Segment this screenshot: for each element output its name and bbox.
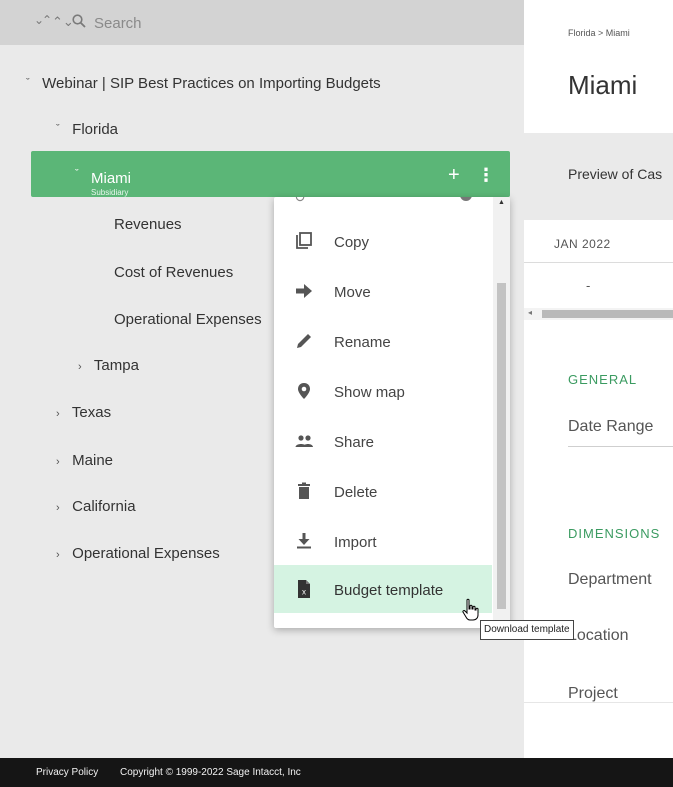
- tree-item-maine[interactable]: › Maine: [56, 452, 113, 469]
- people-icon: [294, 431, 314, 451]
- horizontal-scrollbar[interactable]: ◂: [524, 308, 673, 320]
- svg-text:x: x: [302, 588, 306, 597]
- detail-pane: Florida > Miami Miami Preview of Cas JAN…: [524, 0, 673, 758]
- tree-item-florida[interactable]: ˇ Florida: [56, 121, 118, 138]
- scroll-up-icon[interactable]: ▲: [498, 199, 505, 206]
- copy-icon: [294, 231, 314, 251]
- menu-item-label: Budget template: [334, 582, 444, 599]
- context-menu: ↻ Copy Move Rename Show map Share Delete…: [274, 197, 510, 628]
- tree-item-miami[interactable]: ˇ Miami Subsidiary + ⋮: [31, 151, 510, 197]
- date-range-label[interactable]: Date Range: [568, 418, 653, 436]
- tree-item-root[interactable]: ˇ Webinar | SIP Best Practices on Import…: [26, 75, 381, 92]
- tree-item-label: Cost of Revenues: [114, 264, 234, 281]
- menu-item-label: Import: [334, 534, 377, 551]
- trash-icon: [294, 481, 314, 501]
- scrollbar-thumb[interactable]: [497, 283, 506, 609]
- tree-item-label: Maine: [72, 452, 114, 469]
- project-label[interactable]: Project: [568, 685, 618, 703]
- location-label[interactable]: Location: [568, 627, 629, 645]
- chevron-down-icon[interactable]: ˇ: [56, 123, 68, 135]
- tree-item-texas[interactable]: › Texas: [56, 404, 111, 421]
- copyright-text: Copyright © 1999-2022 Sage Intacct, Inc: [120, 767, 301, 778]
- tree-item-cost-of-revenues[interactable]: Cost of Revenues: [114, 264, 233, 281]
- chevron-right-icon[interactable]: ›: [56, 502, 68, 514]
- tree-item-revenues[interactable]: Revenues: [114, 216, 182, 233]
- divider: [524, 702, 673, 703]
- tree-item-label: Revenues: [114, 216, 182, 233]
- chevron-right-icon[interactable]: ›: [78, 361, 90, 373]
- download-icon: [294, 531, 314, 551]
- menu-item-move[interactable]: Move: [274, 267, 492, 315]
- more-options-icon[interactable]: ⋮: [477, 166, 495, 184]
- search-icon[interactable]: [72, 14, 86, 33]
- department-label[interactable]: Department: [568, 571, 652, 589]
- page-title: Miami: [568, 70, 638, 100]
- menu-item-label: Delete: [334, 484, 378, 501]
- chevron-right-icon[interactable]: ›: [56, 408, 68, 420]
- map-pin-icon: [294, 381, 314, 401]
- chevron-right-icon[interactable]: ›: [56, 456, 68, 468]
- period-value: -: [586, 278, 591, 293]
- excel-file-icon: x: [294, 579, 314, 599]
- tree-item-operational-expenses-miami[interactable]: Operational Expenses: [114, 311, 262, 328]
- tree-item-label: Miami: [91, 170, 131, 187]
- tree-item-type: Subsidiary: [91, 188, 129, 197]
- dimensions-heading: DIMENSIONS: [568, 526, 661, 541]
- menu-scrollbar[interactable]: ▲: [493, 197, 510, 628]
- search-bar: ⌄⌃ ⌃⌄: [0, 0, 524, 45]
- period-header: JAN 2022: [554, 237, 611, 251]
- menu-item-label: Rename: [334, 334, 391, 351]
- general-heading: GENERAL: [568, 372, 638, 387]
- tree-item-label: Operational Expenses: [72, 545, 220, 562]
- scrollbar-thumb[interactable]: [542, 310, 673, 318]
- hand-cursor-icon: [461, 598, 481, 627]
- tree-item-operational-expenses[interactable]: › Operational Expenses: [56, 545, 220, 562]
- breadcrumb[interactable]: Florida > Miami: [568, 28, 630, 38]
- history-icon: ↻: [294, 197, 306, 205]
- divider: [524, 262, 673, 263]
- menu-item-label: Show map: [334, 384, 405, 401]
- tree-item-label: Texas: [71, 404, 112, 421]
- menu-item-copy[interactable]: Copy: [274, 217, 492, 265]
- preview-label: Preview of Cas: [568, 166, 663, 182]
- tree-item-label: California: [72, 498, 136, 515]
- chevron-right-icon[interactable]: ›: [56, 549, 68, 561]
- tree-item-label: Tampa: [93, 357, 139, 374]
- date-range-underline: [568, 446, 673, 447]
- menu-item-share[interactable]: Share: [274, 417, 492, 465]
- menu-item-budget-template[interactable]: x Budget template: [274, 565, 492, 613]
- footer: Privacy Policy Copyright © 1999-2022 Sag…: [0, 758, 673, 787]
- tree-item-tampa[interactable]: › Tampa: [78, 357, 139, 374]
- menu-item-show-map[interactable]: Show map: [274, 367, 492, 415]
- pencil-icon: [294, 331, 314, 351]
- menu-item-delete[interactable]: Delete: [274, 467, 492, 515]
- add-icon[interactable]: +: [448, 165, 460, 185]
- chevron-down-icon[interactable]: ˇ: [75, 168, 79, 180]
- collapse-all-icon[interactable]: ⌄⌃: [34, 13, 52, 27]
- expand-all-icon[interactable]: ⌃⌄: [52, 14, 74, 30]
- menu-item-import[interactable]: Import: [274, 517, 492, 565]
- tree-item-california[interactable]: › California: [56, 498, 136, 515]
- info-icon: [460, 197, 472, 201]
- arrow-right-icon: [294, 281, 314, 301]
- scroll-left-icon[interactable]: ◂: [528, 308, 532, 317]
- privacy-policy-link[interactable]: Privacy Policy: [36, 767, 98, 778]
- tree-item-label: Webinar | SIP Best Practices on Importin…: [42, 75, 381, 92]
- chevron-down-icon[interactable]: ˇ: [26, 77, 38, 89]
- search-input[interactable]: [92, 10, 396, 36]
- tree-item-label: Florida: [72, 121, 119, 138]
- menu-item-label: Share: [334, 434, 375, 451]
- menu-item-label: Move: [334, 284, 371, 301]
- tooltip: Download template: [480, 620, 574, 640]
- menu-item-label: Copy: [334, 234, 370, 251]
- tree-item-label: Operational Expenses: [114, 311, 262, 328]
- menu-item-rename[interactable]: Rename: [274, 317, 492, 365]
